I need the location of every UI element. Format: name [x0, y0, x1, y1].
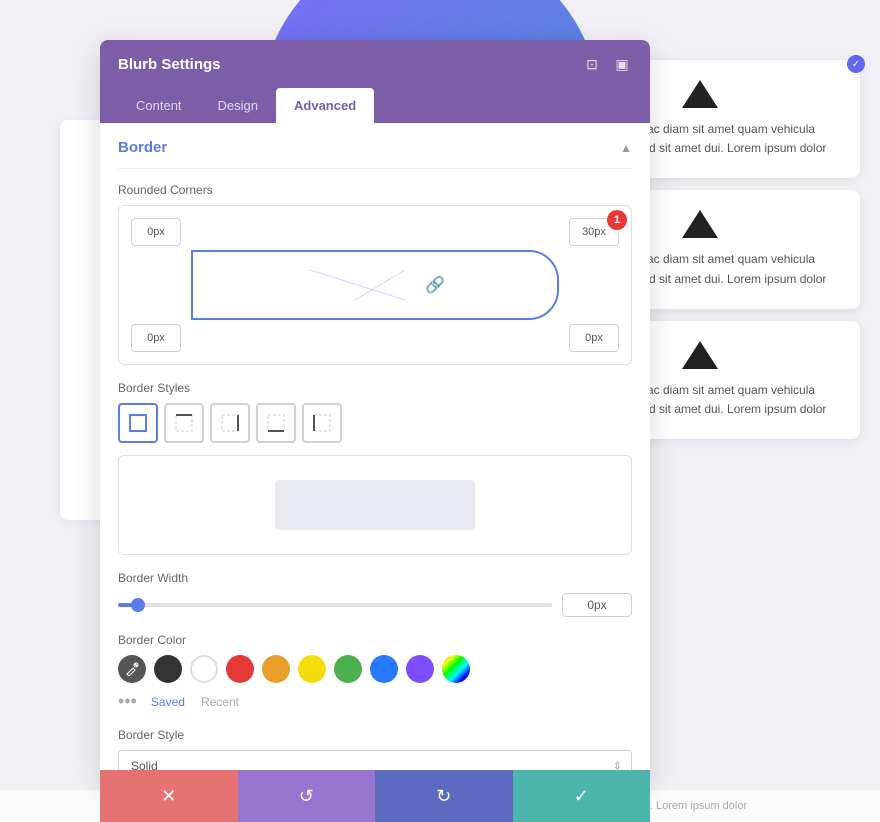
- eyedropper-icon: [125, 662, 139, 676]
- color-swatch-white[interactable]: [190, 655, 218, 683]
- border-width-label: Border Width: [118, 571, 632, 585]
- border-style-right[interactable]: [210, 403, 250, 443]
- border-width-value[interactable]: [562, 593, 632, 617]
- color-swatch-blue[interactable]: [370, 655, 398, 683]
- border-style-label: Border Style: [118, 728, 632, 742]
- color-swatch-red[interactable]: [226, 655, 254, 683]
- triangle-icon-3: [682, 341, 718, 369]
- panel-header: Blurb Settings ⊡ ▣: [100, 40, 650, 88]
- style-preview-box: [118, 455, 632, 555]
- color-swatch-gradient[interactable]: [442, 655, 470, 683]
- panel-tabs: Content Design Advanced: [100, 88, 650, 123]
- border-style-top[interactable]: [164, 403, 204, 443]
- color-tab-recent[interactable]: Recent: [195, 693, 245, 711]
- link-icon: 🔗: [425, 275, 445, 295]
- color-more-icon[interactable]: •••: [118, 691, 137, 712]
- action-bar: ✕ ↺ ↻ ✓: [100, 770, 650, 822]
- border-section-header: Border ▲: [118, 123, 632, 169]
- settings-panel: Blurb Settings ⊡ ▣ Content Design Advanc…: [100, 40, 650, 783]
- border-preview-lines: [305, 265, 425, 305]
- border-width-slider[interactable]: [118, 603, 552, 607]
- check-badge-top: ✓: [847, 55, 865, 73]
- border-style-left[interactable]: [302, 403, 342, 443]
- triangle-icon-1: [682, 80, 718, 108]
- panel-title: Blurb Settings: [118, 56, 221, 73]
- border-style-all[interactable]: [118, 403, 158, 443]
- corners-control: 1 🔗: [118, 205, 632, 365]
- border-width-slider-row: [118, 593, 632, 617]
- corner-bottom-left[interactable]: [131, 324, 181, 352]
- panel-body: Border ▲ Rounded Corners 1 🔗: [100, 123, 650, 783]
- color-tab-saved[interactable]: Saved: [145, 693, 191, 711]
- border-all-icon: [128, 413, 148, 433]
- redo-button[interactable]: ↻: [375, 770, 513, 822]
- color-swatches: [118, 655, 632, 683]
- border-right-icon: [220, 413, 240, 433]
- border-preview: 🔗: [191, 250, 559, 320]
- rounded-corners-label: Rounded Corners: [118, 183, 632, 197]
- border-section-title: Border: [118, 139, 167, 156]
- tab-advanced[interactable]: Advanced: [276, 88, 374, 123]
- color-picker-button[interactable]: [118, 655, 146, 683]
- tab-design[interactable]: Design: [200, 88, 276, 123]
- border-style-buttons: [118, 403, 632, 443]
- border-bottom-icon: [266, 413, 286, 433]
- border-color-label: Border Color: [118, 633, 632, 647]
- color-swatch-purple[interactable]: [406, 655, 434, 683]
- border-top-icon: [174, 413, 194, 433]
- save-button[interactable]: ✓: [513, 770, 651, 822]
- color-swatch-green[interactable]: [334, 655, 362, 683]
- tab-content[interactable]: Content: [118, 88, 200, 123]
- corner-bottom-right[interactable]: [569, 324, 619, 352]
- corner-top-left[interactable]: [131, 218, 181, 246]
- cancel-button[interactable]: ✕: [100, 770, 238, 822]
- color-swatch-yellow[interactable]: [298, 655, 326, 683]
- border-style-bottom[interactable]: [256, 403, 296, 443]
- section-collapse-icon[interactable]: ▲: [620, 141, 632, 155]
- color-tabs-row: ••• Saved Recent: [118, 691, 632, 712]
- fullscreen-icon[interactable]: ⊡: [582, 54, 602, 74]
- panel-header-icons: ⊡ ▣: [582, 54, 632, 74]
- style-preview-inner: [275, 480, 475, 530]
- color-swatch-orange[interactable]: [262, 655, 290, 683]
- corner-badge: 1: [607, 210, 627, 230]
- border-styles-label: Border Styles: [118, 381, 632, 395]
- color-swatch-black[interactable]: [154, 655, 182, 683]
- undo-button[interactable]: ↺: [238, 770, 376, 822]
- triangle-icon-2: [682, 210, 718, 238]
- columns-icon[interactable]: ▣: [612, 54, 632, 74]
- slider-thumb[interactable]: [131, 598, 145, 612]
- border-left-icon: [312, 413, 332, 433]
